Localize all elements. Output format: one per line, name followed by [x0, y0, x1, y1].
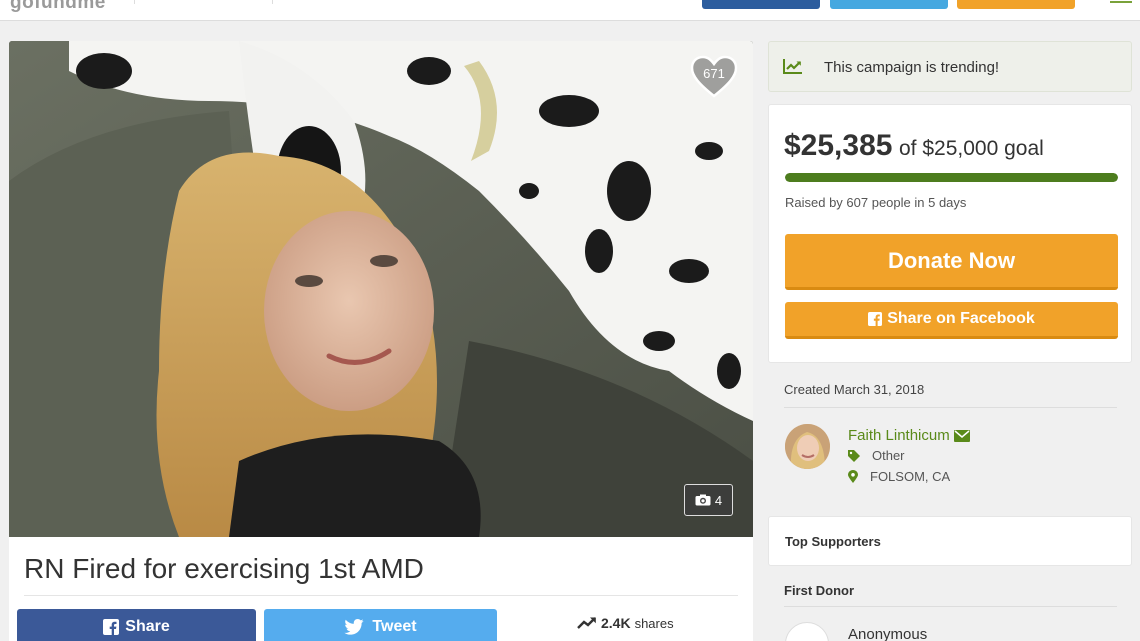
map-marker-icon	[848, 470, 858, 483]
top-supporters-heading: Top Supporters	[785, 534, 881, 549]
organizer-location-row: FOLSOM, CA	[848, 469, 950, 484]
photo-gallery-button[interactable]: 4	[684, 484, 733, 516]
twitter-icon	[344, 619, 365, 635]
shares-label: shares	[634, 615, 674, 631]
share-on-facebook-label: Share on Facebook	[887, 310, 1035, 327]
nav-sign-up-button[interactable]	[702, 0, 820, 9]
shares-count: 2.4K	[601, 615, 631, 631]
hamburger-menu-icon[interactable]	[1110, 0, 1132, 3]
amount-raised: $25,385	[784, 129, 893, 162]
facebook-icon	[868, 312, 883, 326]
tweet-label: Tweet	[372, 618, 417, 635]
hero-photo	[9, 41, 753, 537]
campaign-hero-image[interactable]: 671 4	[9, 41, 753, 537]
progress-bar	[785, 173, 1118, 182]
organizer-photo	[785, 424, 830, 469]
tag-icon	[848, 449, 860, 462]
trending-banner: This campaign is trending!	[768, 41, 1132, 92]
title-divider	[24, 595, 738, 596]
first-donor-name: Anonymous	[848, 626, 928, 641]
facebook-icon	[103, 619, 120, 635]
share-count: 2.4K shares	[577, 615, 674, 631]
photo-count: 4	[714, 492, 723, 508]
campaign-title: RN Fired for exercising 1st AMD	[24, 553, 424, 584]
created-date: Created March 31, 2018	[784, 382, 925, 397]
envelope-icon[interactable]	[953, 429, 970, 442]
organizer-category: Other	[872, 448, 905, 463]
nav-start-campaign-button[interactable]	[957, 0, 1075, 9]
heart-count: 671	[703, 66, 725, 81]
share-label: Share	[125, 618, 170, 635]
share-on-facebook-button[interactable]: Share on Facebook	[785, 302, 1118, 339]
organizer-category-row: Other	[848, 448, 905, 463]
camera-icon	[695, 494, 711, 506]
goal-amount: of $25,000 goal	[899, 137, 1044, 160]
top-supporters-card: Top Supporters	[768, 516, 1132, 566]
nav-sign-in-button[interactable]	[830, 0, 948, 9]
organizer-name-link[interactable]: Faith Linthicum	[848, 427, 970, 444]
organizer-avatar[interactable]	[785, 424, 830, 469]
nav-divider	[134, 0, 135, 4]
organizer-divider	[784, 407, 1117, 408]
tweet-button[interactable]: Tweet	[264, 609, 497, 641]
first-donor-heading: First Donor	[784, 583, 855, 598]
donor-divider	[784, 606, 1117, 607]
trending-up-icon	[577, 617, 596, 629]
heart-count-badge[interactable]: 671	[689, 54, 739, 100]
trending-text: This campaign is trending!	[824, 59, 1000, 76]
donate-now-button[interactable]: Donate Now	[785, 234, 1118, 290]
organizer-name: Faith Linthicum	[848, 427, 950, 444]
raised-by-text: Raised by 607 people in 5 days	[785, 195, 967, 210]
facebook-share-button[interactable]: Share	[17, 609, 256, 641]
nav-divider	[272, 0, 273, 4]
organizer-section: Created March 31, 2018 Faith Linthicum O…	[768, 371, 1132, 505]
donation-progress-card: $25,385 of $25,000 goal Raised by 607 pe…	[768, 104, 1132, 363]
progress-bar-fill	[785, 173, 1118, 182]
chart-trend-icon	[783, 59, 802, 74]
donor-avatar	[785, 622, 829, 641]
campaign-title-card: RN Fired for exercising 1st AMD Share Tw…	[9, 537, 753, 641]
organizer-location: FOLSOM, CA	[870, 469, 951, 484]
gofundme-logo[interactable]: gofundme	[10, 0, 106, 14]
top-navbar: gofundme	[0, 0, 1140, 21]
